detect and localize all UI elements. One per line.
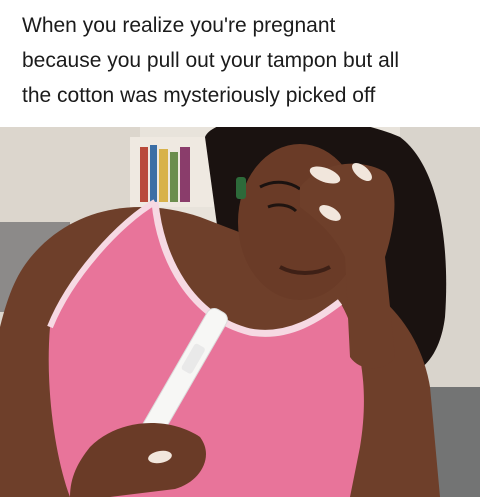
caption-line-2: because you pull out your tampon but all [22, 49, 400, 72]
book [170, 152, 178, 202]
caption-line-3: the cotton was mysteriously picked off [22, 84, 376, 107]
meme-caption: When you realize you're pregnant because… [0, 0, 480, 127]
meme-photo [0, 127, 480, 497]
book [140, 147, 148, 202]
book [180, 147, 190, 202]
book [150, 145, 157, 202]
meme-post: When you realize you're pregnant because… [0, 0, 480, 497]
book [159, 149, 168, 202]
caption-line-1: When you realize you're pregnant [22, 14, 336, 37]
earring [236, 177, 246, 199]
photo-illustration [0, 127, 480, 497]
